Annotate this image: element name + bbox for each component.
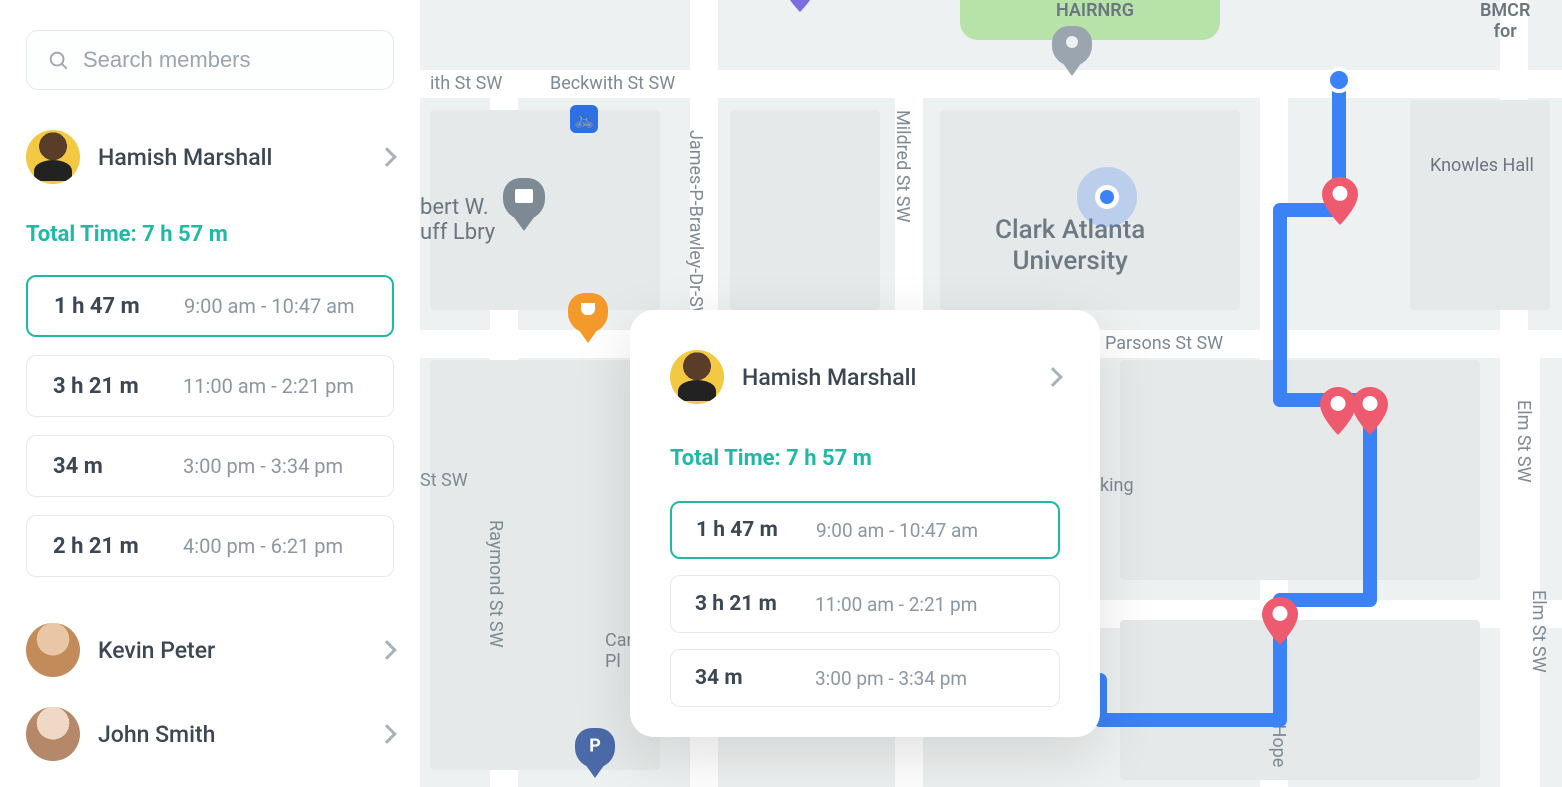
chevron-right-icon: [377, 640, 397, 660]
map-street-label: James-P-Brawley-Dr-SW: [685, 130, 706, 323]
segment-item[interactable]: 3 h 21 m 11:00 am - 2:21 pm: [670, 575, 1060, 633]
segment-item[interactable]: 3 h 21 m 11:00 am - 2:21 pm: [26, 355, 394, 417]
segment-item[interactable]: 34 m 3:00 pm - 3:34 pm: [670, 649, 1060, 707]
map-pin-icon[interactable]: [1346, 387, 1394, 435]
map-poi-label: king: [1100, 475, 1134, 496]
segment-item[interactable]: 2 h 21 m 4:00 pm - 6:21 pm: [26, 515, 394, 577]
segment-range: 11:00 am - 2:21 pm: [815, 593, 977, 616]
segment-duration: 3 h 21 m: [53, 374, 183, 399]
segment-range: 11:00 am - 2:21 pm: [183, 374, 354, 398]
map-canvas[interactable]: ith St SW Beckwith St SW James-P-Brawley…: [420, 0, 1562, 787]
search-input[interactable]: [83, 47, 373, 73]
avatar: [26, 623, 80, 677]
poi-pin-icon[interactable]: [1052, 26, 1092, 78]
map-street-label: Beckwith St SW: [550, 73, 675, 94]
cafe-pin-icon[interactable]: [568, 293, 608, 345]
segment-range: 3:00 pm - 3:34 pm: [815, 667, 967, 690]
map-street-label: Parsons St SW: [1105, 333, 1223, 354]
segment-duration: 3 h 21 m: [695, 592, 815, 616]
member-name: Kevin Peter: [98, 637, 362, 664]
member-name: Hamish Marshall: [742, 364, 1028, 391]
segment-range: 9:00 am - 10:47 am: [816, 519, 978, 542]
map-street-label: Raymond St SW: [485, 520, 506, 648]
segment-item[interactable]: 1 h 47 m 9:00 am - 10:47 am: [670, 501, 1060, 559]
map-street-label: Elm St SW: [1513, 400, 1534, 483]
avatar: [26, 130, 80, 184]
map-poi-label: Clark Atlanta University: [995, 215, 1145, 277]
segment-list: 1 h 47 m 9:00 am - 10:47 am 3 h 21 m 11:…: [26, 275, 394, 577]
search-box[interactable]: [26, 30, 394, 90]
map-street-label: St SW: [420, 470, 468, 491]
map-poi-label: BMCR for: [1480, 0, 1530, 42]
member-name: Hamish Marshall: [98, 144, 362, 171]
map-pin-icon[interactable]: [1316, 177, 1364, 225]
map-street-label: John Hope: [1268, 680, 1289, 767]
member-detail-card: Hamish Marshall Total Time: 7 h 57 m 1 h…: [630, 310, 1100, 737]
chevron-right-icon: [377, 724, 397, 744]
segment-duration: 1 h 47 m: [54, 294, 184, 319]
search-icon: [47, 49, 69, 71]
sidebar: Hamish Marshall Total Time: 7 h 57 m 1 h…: [0, 0, 420, 787]
bike-lane-icon: 🚲: [570, 105, 598, 133]
avatar: [670, 350, 724, 404]
segment-duration: 1 h 47 m: [696, 518, 816, 542]
card-member-row[interactable]: Hamish Marshall: [670, 350, 1060, 404]
map-pin-icon[interactable]: [1256, 597, 1304, 645]
segment-duration: 34 m: [53, 454, 183, 479]
map-poi-label: Knowles Hall: [1430, 155, 1534, 176]
segment-range: 4:00 pm - 6:21 pm: [183, 534, 343, 558]
member-row-selected[interactable]: Hamish Marshall: [26, 130, 394, 184]
total-time-label: Total Time: 7 h 57 m: [26, 222, 394, 247]
map-street-label: Elm St SW: [1528, 590, 1549, 673]
chevron-right-icon: [377, 147, 397, 167]
segment-range: 3:00 pm - 3:34 pm: [183, 454, 343, 478]
map-poi-label: HAIRNRG: [1056, 0, 1134, 21]
library-pin-icon[interactable]: [503, 178, 545, 232]
segment-duration: 34 m: [695, 666, 815, 690]
map-street-label: ith St SW: [430, 73, 502, 94]
member-row[interactable]: Kevin Peter: [26, 623, 394, 677]
segment-range: 9:00 am - 10:47 am: [184, 294, 355, 318]
member-name: John Smith: [98, 721, 362, 748]
total-time-label: Total Time: 7 h 57 m: [670, 446, 1060, 471]
parking-pin-icon[interactable]: P: [575, 728, 615, 780]
segment-duration: 2 h 21 m: [53, 534, 183, 559]
map-pin-icon[interactable]: [776, 0, 824, 12]
current-location-dot: [1095, 185, 1119, 209]
member-row[interactable]: John Smith: [26, 707, 394, 761]
chevron-right-icon: [1043, 367, 1063, 387]
map-street-label: Mildred St SW: [892, 110, 913, 222]
map-poi-label: bert W. uff Lbry: [420, 195, 495, 245]
segment-item[interactable]: 34 m 3:00 pm - 3:34 pm: [26, 435, 394, 497]
segment-item[interactable]: 1 h 47 m 9:00 am - 10:47 am: [26, 275, 394, 337]
avatar: [26, 707, 80, 761]
segment-list: 1 h 47 m 9:00 am - 10:47 am 3 h 21 m 11:…: [670, 501, 1060, 707]
